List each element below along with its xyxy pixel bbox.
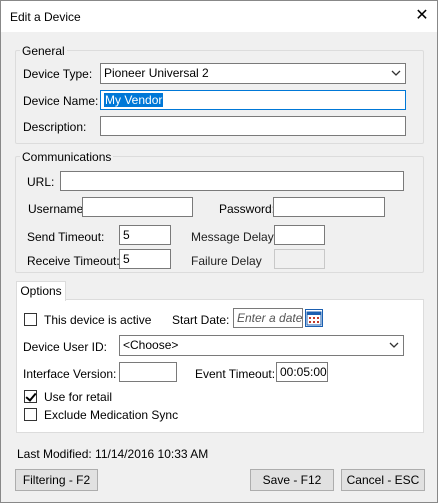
description-label: Description: — [23, 120, 87, 134]
device-name-input[interactable]: My Vendor — [100, 90, 406, 110]
use-for-retail-label: Use for retail — [44, 390, 113, 404]
last-modified-text: Last Modified: 11/14/2016 10:33 AM — [17, 447, 209, 461]
device-name-label: Device Name: — [23, 94, 99, 108]
url-label: URL: — [27, 175, 55, 189]
filtering-button[interactable]: Filtering - F2 — [15, 469, 98, 491]
send-timeout-label: Send Timeout: — [27, 230, 105, 244]
event-timeout-input[interactable]: 00:05:00 — [276, 362, 328, 382]
device-type-select[interactable]: Pioneer Universal 2 — [100, 63, 406, 84]
device-user-id-select[interactable]: <Choose> — [119, 335, 404, 356]
start-date-input[interactable]: Enter a date — [233, 308, 303, 328]
device-type-label: Device Type: — [23, 67, 93, 81]
chevron-down-icon — [391, 70, 401, 76]
device-active-label: This device is active — [44, 313, 152, 327]
event-timeout-label: Event Timeout: — [195, 367, 276, 381]
message-delay-label: Message Delay — [191, 230, 274, 244]
password-input[interactable] — [273, 197, 385, 217]
use-for-retail-checkbox[interactable] — [24, 390, 37, 403]
username-input[interactable] — [82, 197, 193, 217]
interface-version-input[interactable] — [119, 362, 177, 382]
device-name-value: My Vendor — [104, 93, 164, 107]
save-button[interactable]: Save - F12 — [250, 469, 334, 491]
edit-device-dialog: Edit a Device ✕ General Device Type: Pio… — [0, 0, 438, 503]
message-delay-input[interactable] — [274, 225, 325, 245]
chevron-down-icon — [389, 342, 399, 348]
failure-delay-label: Failure Delay — [191, 254, 262, 268]
start-date-label: Start Date: — [172, 313, 230, 327]
start-date-placeholder: Enter a date — [237, 311, 303, 325]
send-timeout-input[interactable]: 5 — [119, 225, 171, 245]
interface-version-label: Interface Version: — [23, 367, 117, 381]
dialog-title: Edit a Device — [10, 10, 81, 24]
password-label: Password: — [219, 202, 276, 216]
title-bar: Edit a Device ✕ — [1, 1, 437, 32]
communications-legend: Communications — [20, 150, 114, 164]
device-active-checkbox[interactable] — [24, 313, 37, 326]
exclude-med-sync-label: Exclude Medication Sync — [44, 408, 179, 422]
failure-delay-input — [274, 249, 325, 269]
url-input[interactable] — [60, 171, 404, 191]
close-icon[interactable]: ✕ — [413, 7, 431, 25]
tab-options[interactable]: Options — [16, 281, 66, 301]
device-user-id-label: Device User ID: — [23, 340, 108, 354]
receive-timeout-input[interactable]: 5 — [119, 249, 171, 269]
device-user-id-value: <Choose> — [123, 338, 179, 352]
description-input[interactable] — [100, 116, 406, 136]
device-type-value: Pioneer Universal 2 — [104, 66, 209, 80]
calendar-icon[interactable] — [305, 309, 323, 327]
receive-timeout-label: Receive Timeout: — [27, 254, 120, 268]
general-legend: General — [20, 44, 67, 58]
calendar-icon-graphic — [306, 311, 322, 326]
username-label: Username: — [28, 202, 87, 216]
exclude-med-sync-checkbox[interactable] — [24, 408, 37, 421]
cancel-button[interactable]: Cancel - ESC — [341, 469, 425, 491]
